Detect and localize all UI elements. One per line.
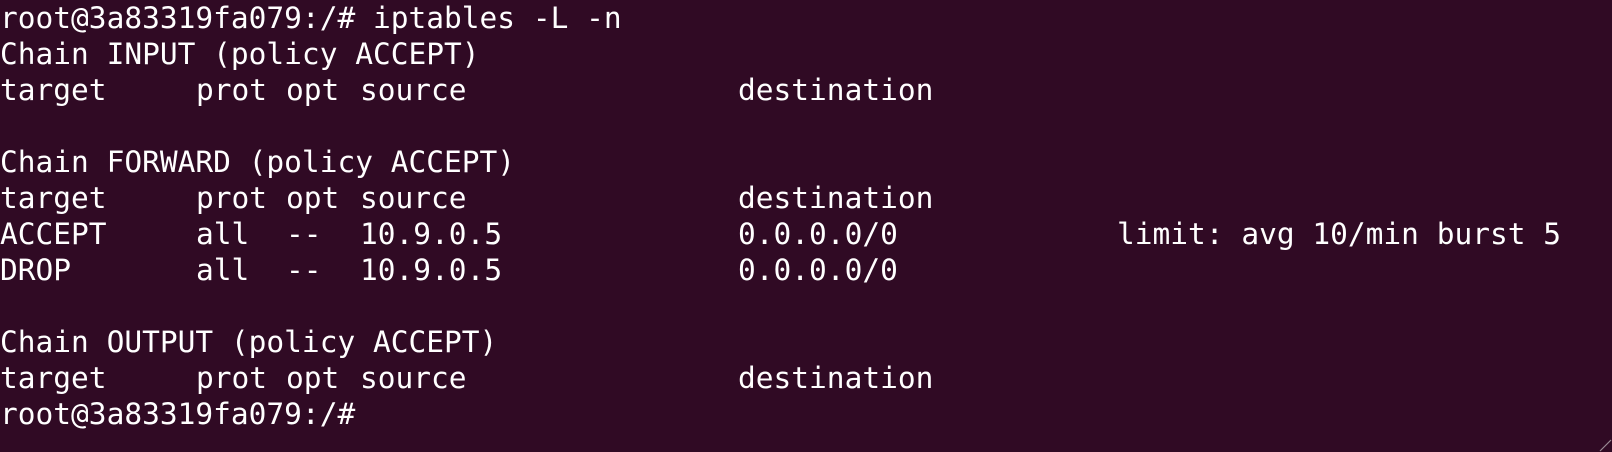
column-prot: prot [196, 181, 268, 215]
terminal-window[interactable]: root@3a83319fa079:/# iptables -L -n Chai… [0, 0, 1612, 452]
resize-grip-icon[interactable] [1596, 436, 1612, 452]
column-header-row: target prot opt source destination [0, 360, 1612, 396]
chain-header-forward: Chain FORWARD (policy ACCEPT) [0, 145, 516, 179]
rule-prot: all [196, 253, 250, 287]
column-prot: prot [196, 73, 268, 107]
rule-opt: -- [286, 217, 322, 251]
column-source: source [360, 73, 467, 107]
rule-destination: 0.0.0.0/0 [738, 253, 898, 287]
column-opt: opt [286, 361, 340, 395]
column-header-row: target prot opt source destination [0, 72, 1612, 108]
chain-header-input: Chain INPUT (policy ACCEPT) [0, 37, 480, 71]
column-prot: prot [196, 361, 268, 395]
rule-row: ACCEPT all -- 10.9.0.5 0.0.0.0/0 limit: … [0, 216, 1612, 252]
rule-source: 10.9.0.5 [360, 217, 503, 251]
column-header-row: target prot opt source destination [0, 180, 1612, 216]
final-prompt-line[interactable]: root@3a83319fa079:/# [0, 396, 1612, 432]
column-source: source [360, 181, 467, 215]
column-target: target [0, 181, 107, 215]
command-text: iptables -L -n [355, 1, 622, 35]
rule-prot: all [196, 217, 250, 251]
rule-destination: 0.0.0.0/0 [738, 217, 898, 251]
rule-target: DROP [0, 253, 72, 287]
column-opt: opt [286, 73, 340, 107]
column-target: target [0, 73, 107, 107]
column-destination: destination [738, 361, 934, 395]
command-line: root@3a83319fa079:/# iptables -L -n [0, 0, 1612, 36]
column-destination: destination [738, 181, 934, 215]
rule-extra: limit: avg 10/min burst 5 [1117, 217, 1562, 251]
column-target: target [0, 361, 107, 395]
chain-header-output: Chain OUTPUT (policy ACCEPT) [0, 325, 498, 359]
column-opt: opt [286, 181, 340, 215]
column-source: source [360, 361, 467, 395]
rule-row: DROP all -- 10.9.0.5 0.0.0.0/0 [0, 252, 1612, 288]
shell-prompt: root@3a83319fa079:/# [0, 1, 356, 35]
shell-prompt: root@3a83319fa079:/# [0, 397, 356, 431]
rule-target: ACCEPT [0, 217, 107, 251]
rule-source: 10.9.0.5 [360, 253, 503, 287]
rule-opt: -- [286, 253, 322, 287]
column-destination: destination [738, 73, 934, 107]
